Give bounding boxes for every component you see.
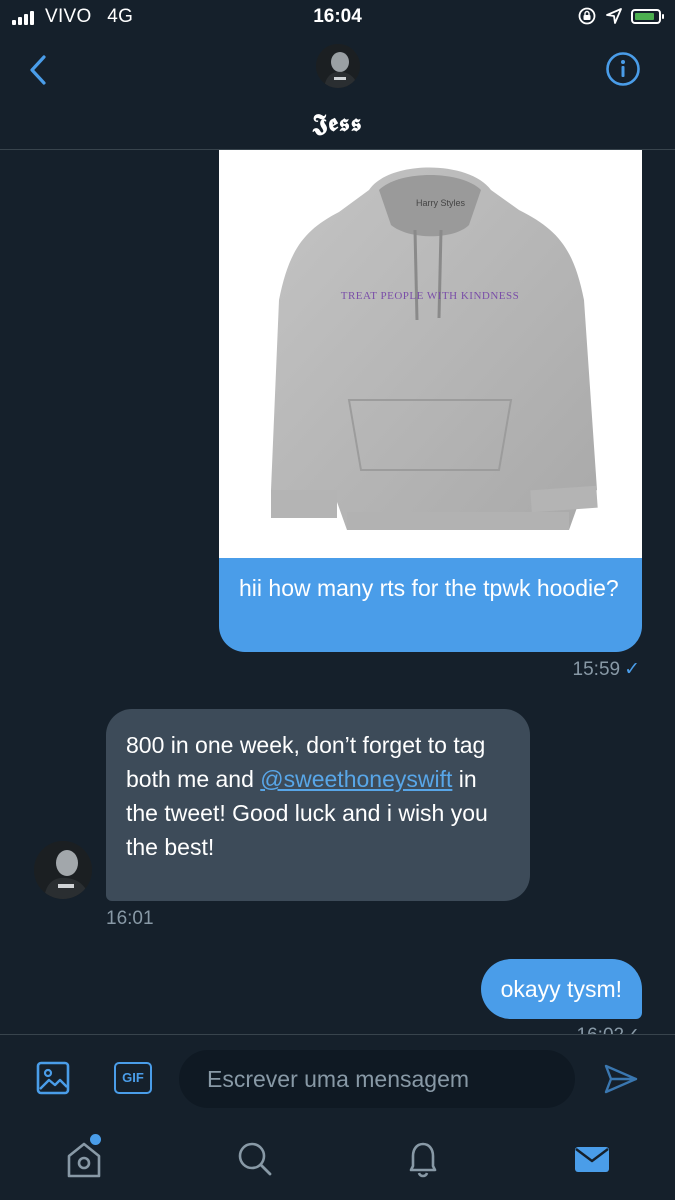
message-list[interactable]: Harry Styles TREAT PEOPLE WITH KINDNESS … <box>0 150 675 1034</box>
conversation-header: 𝕵𝖊𝖘𝖘 <box>0 36 675 150</box>
message-input[interactable] <box>179 1050 575 1108</box>
search-icon <box>238 1142 272 1176</box>
envelope-icon <box>575 1147 609 1172</box>
info-icon <box>606 52 640 86</box>
bottom-tab-bar <box>0 1120 675 1200</box>
sent-message-with-image[interactable]: Harry Styles TREAT PEOPLE WITH KINDNESS … <box>219 150 642 652</box>
hoodie-brand-text: Harry Styles <box>416 198 466 208</box>
sent-message-bubble[interactable]: okayy tysm! <box>480 959 642 1019</box>
image-icon <box>36 1061 70 1095</box>
status-bar: VIVO 4G 16:04 <box>0 0 675 36</box>
sender-avatar[interactable] <box>34 841 92 899</box>
add-media-button[interactable] <box>36 1061 70 1095</box>
message-timestamp: 15:59 ✓ <box>573 658 640 681</box>
message-timestamp: 16:01 <box>106 908 154 929</box>
chevron-left-icon <box>30 55 46 85</box>
hoodie-print-text: TREAT PEOPLE WITH KINDNESS <box>341 290 520 302</box>
send-icon <box>604 1064 638 1094</box>
back-button[interactable] <box>20 50 60 90</box>
rotation-lock-icon <box>578 7 596 25</box>
contact-name[interactable]: 𝕵𝖊𝖘𝖘 <box>0 108 675 137</box>
tab-messages[interactable] <box>572 1138 612 1180</box>
timestamp-text: 15:59 <box>572 659 621 680</box>
timestamp-text: 16:02 <box>577 1025 625 1034</box>
sent-message-text: hii how many rts for the tpwk hoodie? <box>239 575 619 601</box>
conversation-info-button[interactable] <box>605 51 641 87</box>
location-icon <box>606 8 622 24</box>
new-content-indicator <box>90 1134 101 1145</box>
bell-icon <box>409 1142 437 1178</box>
status-time: 16:04 <box>313 6 362 27</box>
status-icons <box>577 6 664 26</box>
read-check-icon: ✓ <box>624 659 640 680</box>
mention-link[interactable]: @sweethoneyswift <box>260 766 452 792</box>
message-timestamp: 16:02✓ <box>577 1024 640 1034</box>
send-button[interactable] <box>603 1061 639 1097</box>
contact-avatar[interactable] <box>316 44 360 88</box>
battery-icon <box>631 8 664 24</box>
tab-notifications[interactable] <box>403 1138 443 1180</box>
gif-button[interactable]: GIF <box>114 1062 152 1094</box>
hoodie-image[interactable]: Harry Styles TREAT PEOPLE WITH KINDNESS <box>219 150 642 558</box>
read-check-icon: ✓ <box>624 1025 640 1034</box>
message-composer: GIF <box>0 1034 675 1120</box>
received-message-bubble[interactable]: 800 in one week, don’t forget to tag bot… <box>106 709 530 901</box>
tab-search[interactable] <box>234 1138 274 1180</box>
